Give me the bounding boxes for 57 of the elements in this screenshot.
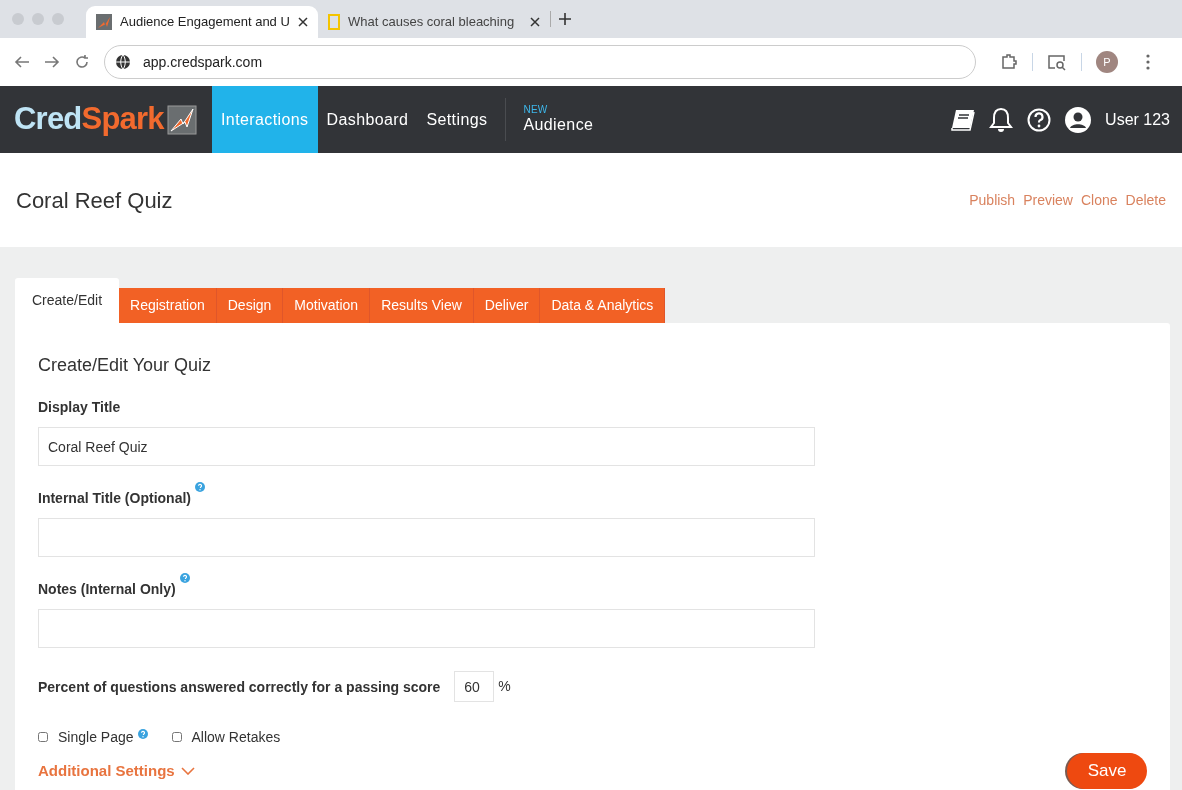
save-button[interactable]: Save	[1067, 753, 1147, 789]
tab[interactable]: Design	[216, 288, 284, 323]
search-icon[interactable]	[1047, 53, 1067, 71]
checkbox[interactable]	[38, 732, 48, 742]
profile-avatar[interactable]: P	[1096, 51, 1118, 73]
checkbox[interactable]	[171, 732, 182, 742]
tab[interactable]: Results View	[370, 288, 474, 323]
nav-item[interactable]: Dashboard	[317, 86, 418, 153]
field-label: Notes (Internal Only)	[38, 580, 176, 599]
globe-icon	[115, 54, 131, 70]
user-name[interactable]: User 123	[1105, 107, 1170, 132]
checkbox-label: Allow Retakes	[191, 727, 281, 747]
back-icon[interactable]	[14, 54, 30, 70]
close-icon[interactable]	[298, 17, 308, 27]
field-label: Internal Title (Optional)	[38, 489, 191, 508]
chevron-down-icon	[180, 767, 195, 775]
input-field[interactable]: Coral Reef Quiz	[38, 427, 815, 466]
reload-icon[interactable]	[74, 54, 90, 70]
checkbox-label: Single Page	[58, 727, 134, 747]
action-link[interactable]: Publish	[969, 189, 1016, 211]
tab[interactable]: Data & Analytics	[540, 288, 666, 323]
browser-tab[interactable]: Audience Engagement and U	[86, 6, 318, 38]
chart-favicon-icon	[96, 14, 112, 30]
page-title: Coral Reef Quiz	[16, 186, 173, 215]
unit-label: %	[498, 677, 511, 696]
input-field[interactable]	[38, 609, 815, 648]
chart-logo-icon	[166, 104, 197, 135]
frame-favicon-icon	[328, 14, 340, 30]
action-link[interactable]: Preview	[1023, 189, 1073, 211]
user-avatar-icon[interactable]	[1065, 106, 1092, 133]
browser-tab[interactable]: What causes coral bleaching	[318, 6, 550, 38]
nav-item[interactable]: Audience	[523, 114, 594, 135]
new-tab-icon[interactable]	[559, 13, 571, 25]
field-label: Percent of questions answered correctly for a passing score	[38, 677, 441, 697]
action-link[interactable]: Delete	[1125, 189, 1166, 211]
nav-item[interactable]: Interactions	[212, 86, 318, 153]
input-field[interactable]	[38, 518, 815, 557]
additional-settings-link[interactable]: Additional Settings	[38, 761, 175, 781]
help-icon[interactable]	[1027, 107, 1052, 132]
url-text: app.credspark.com	[143, 52, 263, 72]
new-label: NEW	[523, 104, 549, 115]
forward-icon[interactable]	[44, 54, 60, 70]
input-field[interactable]: 60	[454, 671, 495, 702]
menu-icon[interactable]	[1146, 54, 1150, 70]
action-link[interactable]: Clone	[1080, 189, 1118, 211]
logo[interactable]: CredSpark	[14, 96, 164, 143]
tab[interactable]: Deliver	[473, 288, 541, 323]
tab[interactable]: Registration	[119, 288, 217, 323]
tab[interactable]: Motivation	[283, 288, 371, 323]
puzzle-icon[interactable]	[1000, 53, 1018, 71]
section-heading: Create/Edit Your Quiz	[38, 354, 213, 377]
field-label: Display Title	[38, 398, 121, 417]
close-icon[interactable]	[530, 17, 540, 27]
tab[interactable]: Create/Edit	[15, 278, 120, 323]
nav-item[interactable]: Settings	[417, 86, 497, 153]
bell-icon[interactable]	[989, 106, 1014, 133]
book-icon[interactable]	[951, 108, 976, 131]
